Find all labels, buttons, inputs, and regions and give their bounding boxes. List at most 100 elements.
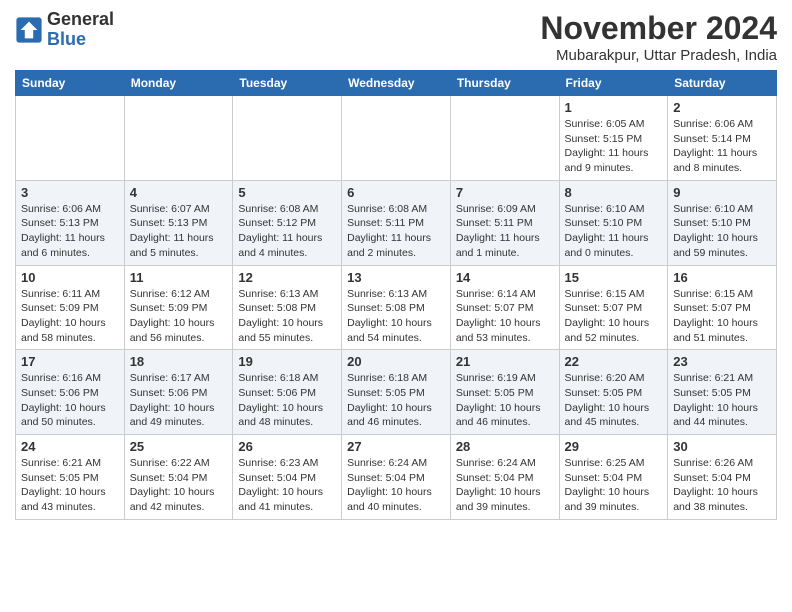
week-row-4: 17 Sunrise: 6:16 AM Sunset: 5:06 PM Dayli…: [16, 350, 777, 435]
calendar-cell: [233, 96, 342, 181]
day-number: 16: [673, 270, 771, 285]
day-number: 12: [238, 270, 336, 285]
calendar-cell: 10 Sunrise: 6:11 AM Sunset: 5:09 PM Dayli…: [16, 265, 125, 350]
day-number: 1: [565, 100, 663, 115]
day-info: Sunrise: 6:21 AM Sunset: 5:05 PM Dayligh…: [673, 371, 771, 430]
calendar-cell: 9 Sunrise: 6:10 AM Sunset: 5:10 PM Daylig…: [668, 180, 777, 265]
day-info: Sunrise: 6:17 AM Sunset: 5:06 PM Dayligh…: [130, 371, 228, 430]
day-info: Sunrise: 6:11 AM Sunset: 5:09 PM Dayligh…: [21, 287, 119, 346]
calendar-cell: [450, 96, 559, 181]
day-number: 27: [347, 439, 445, 454]
day-number: 20: [347, 354, 445, 369]
day-info: Sunrise: 6:15 AM Sunset: 5:07 PM Dayligh…: [673, 287, 771, 346]
day-info: Sunrise: 6:13 AM Sunset: 5:08 PM Dayligh…: [347, 287, 445, 346]
calendar-cell: 21 Sunrise: 6:19 AM Sunset: 5:05 PM Dayli…: [450, 350, 559, 435]
calendar-cell: [16, 96, 125, 181]
day-info: Sunrise: 6:10 AM Sunset: 5:10 PM Dayligh…: [673, 202, 771, 261]
day-info: Sunrise: 6:08 AM Sunset: 5:11 PM Dayligh…: [347, 202, 445, 261]
weekday-header-wednesday: Wednesday: [342, 71, 451, 96]
day-info: Sunrise: 6:10 AM Sunset: 5:10 PM Dayligh…: [565, 202, 663, 261]
calendar-cell: 8 Sunrise: 6:10 AM Sunset: 5:10 PM Daylig…: [559, 180, 668, 265]
day-number: 17: [21, 354, 119, 369]
day-number: 11: [130, 270, 228, 285]
day-info: Sunrise: 6:14 AM Sunset: 5:07 PM Dayligh…: [456, 287, 554, 346]
day-info: Sunrise: 6:19 AM Sunset: 5:05 PM Dayligh…: [456, 371, 554, 430]
day-info: Sunrise: 6:25 AM Sunset: 5:04 PM Dayligh…: [565, 456, 663, 515]
calendar-cell: 19Sunrise: 6:18 AM Sunset: 5:06 PM Dayli…: [233, 350, 342, 435]
day-number: 2: [673, 100, 771, 115]
day-info: Sunrise: 6:06 AM Sunset: 5:13 PM Dayligh…: [21, 202, 119, 261]
calendar-cell: 11 Sunrise: 6:12 AM Sunset: 5:09 PM Dayli…: [124, 265, 233, 350]
page-header: General Blue November 2024 Mubarakpur, U…: [15, 10, 777, 64]
day-number: 18: [130, 354, 228, 369]
day-info: Sunrise: 6:20 AM Sunset: 5:05 PM Dayligh…: [565, 371, 663, 430]
day-info: Sunrise: 6:07 AM Sunset: 5:13 PM Dayligh…: [130, 202, 228, 261]
day-number: 24: [21, 439, 119, 454]
weekday-header-sunday: Sunday: [16, 71, 125, 96]
day-info: Sunrise: 6:15 AM Sunset: 5:07 PM Dayligh…: [565, 287, 663, 346]
logo-line2: Blue: [47, 30, 114, 50]
calendar-cell: 23 Sunrise: 6:21 AM Sunset: 5:05 PM Dayli…: [668, 350, 777, 435]
day-number: 22: [565, 354, 663, 369]
day-number: 28: [456, 439, 554, 454]
calendar-cell: 15 Sunrise: 6:15 AM Sunset: 5:07 PM Dayli…: [559, 265, 668, 350]
calendar-cell: 24 Sunrise: 6:21 AM Sunset: 5:05 PM Dayli…: [16, 435, 125, 520]
calendar-cell: [124, 96, 233, 181]
day-number: 23: [673, 354, 771, 369]
day-info: Sunrise: 6:08 AM Sunset: 5:12 PM Dayligh…: [238, 202, 336, 261]
weekday-header-monday: Monday: [124, 71, 233, 96]
week-row-1: 1 Sunrise: 6:05 AM Sunset: 5:15 PM Daylig…: [16, 96, 777, 181]
calendar-cell: [342, 96, 451, 181]
day-info: Sunrise: 6:13 AM Sunset: 5:08 PM Dayligh…: [238, 287, 336, 346]
weekday-header-tuesday: Tuesday: [233, 71, 342, 96]
calendar-cell: 4Sunrise: 6:07 AM Sunset: 5:13 PM Daylig…: [124, 180, 233, 265]
calendar-cell: 12 Sunrise: 6:13 AM Sunset: 5:08 PM Dayli…: [233, 265, 342, 350]
day-info: Sunrise: 6:18 AM Sunset: 5:06 PM Dayligh…: [238, 371, 336, 430]
logo-icon: [15, 16, 43, 44]
day-info: Sunrise: 6:24 AM Sunset: 5:04 PM Dayligh…: [347, 456, 445, 515]
day-number: 5: [238, 185, 336, 200]
month-title: November 2024: [540, 10, 777, 47]
day-info: Sunrise: 6:23 AM Sunset: 5:04 PM Dayligh…: [238, 456, 336, 515]
week-row-3: 10 Sunrise: 6:11 AM Sunset: 5:09 PM Dayli…: [16, 265, 777, 350]
calendar-cell: 5 Sunrise: 6:08 AM Sunset: 5:12 PM Daylig…: [233, 180, 342, 265]
calendar-cell: 2Sunrise: 6:06 AM Sunset: 5:14 PM Daylig…: [668, 96, 777, 181]
day-number: 6: [347, 185, 445, 200]
day-info: Sunrise: 6:12 AM Sunset: 5:09 PM Dayligh…: [130, 287, 228, 346]
calendar-table: SundayMondayTuesdayWednesdayThursdayFrid…: [15, 70, 777, 520]
day-number: 9: [673, 185, 771, 200]
calendar-cell: 25Sunrise: 6:22 AM Sunset: 5:04 PM Dayli…: [124, 435, 233, 520]
day-number: 30: [673, 439, 771, 454]
calendar-cell: 29Sunrise: 6:25 AM Sunset: 5:04 PM Dayli…: [559, 435, 668, 520]
weekday-header-thursday: Thursday: [450, 71, 559, 96]
calendar-cell: 1 Sunrise: 6:05 AM Sunset: 5:15 PM Daylig…: [559, 96, 668, 181]
location-title: Mubarakpur, Uttar Pradesh, India: [540, 47, 777, 64]
day-info: Sunrise: 6:18 AM Sunset: 5:05 PM Dayligh…: [347, 371, 445, 430]
calendar-cell: 22 Sunrise: 6:20 AM Sunset: 5:05 PM Dayli…: [559, 350, 668, 435]
calendar-cell: 20 Sunrise: 6:18 AM Sunset: 5:05 PM Dayli…: [342, 350, 451, 435]
title-block: November 2024 Mubarakpur, Uttar Pradesh,…: [540, 10, 777, 64]
day-number: 10: [21, 270, 119, 285]
calendar-cell: 18 Sunrise: 6:17 AM Sunset: 5:06 PM Dayli…: [124, 350, 233, 435]
day-info: Sunrise: 6:05 AM Sunset: 5:15 PM Dayligh…: [565, 117, 663, 176]
day-info: Sunrise: 6:21 AM Sunset: 5:05 PM Dayligh…: [21, 456, 119, 515]
calendar-cell: 28 Sunrise: 6:24 AM Sunset: 5:04 PM Dayli…: [450, 435, 559, 520]
day-info: Sunrise: 6:16 AM Sunset: 5:06 PM Dayligh…: [21, 371, 119, 430]
day-info: Sunrise: 6:26 AM Sunset: 5:04 PM Dayligh…: [673, 456, 771, 515]
day-number: 15: [565, 270, 663, 285]
day-info: Sunrise: 6:24 AM Sunset: 5:04 PM Dayligh…: [456, 456, 554, 515]
day-number: 3: [21, 185, 119, 200]
calendar-cell: 17 Sunrise: 6:16 AM Sunset: 5:06 PM Dayli…: [16, 350, 125, 435]
calendar-cell: 26Sunrise: 6:23 AM Sunset: 5:04 PM Dayli…: [233, 435, 342, 520]
day-number: 14: [456, 270, 554, 285]
day-number: 21: [456, 354, 554, 369]
week-row-5: 24 Sunrise: 6:21 AM Sunset: 5:05 PM Dayli…: [16, 435, 777, 520]
day-info: Sunrise: 6:09 AM Sunset: 5:11 PM Dayligh…: [456, 202, 554, 261]
day-number: 8: [565, 185, 663, 200]
calendar-cell: 7Sunrise: 6:09 AM Sunset: 5:11 PM Daylig…: [450, 180, 559, 265]
calendar-cell: 13Sunrise: 6:13 AM Sunset: 5:08 PM Dayli…: [342, 265, 451, 350]
calendar-cell: 16 Sunrise: 6:15 AM Sunset: 5:07 PM Dayli…: [668, 265, 777, 350]
day-info: Sunrise: 6:22 AM Sunset: 5:04 PM Dayligh…: [130, 456, 228, 515]
week-row-2: 3 Sunrise: 6:06 AM Sunset: 5:13 PM Daylig…: [16, 180, 777, 265]
logo-line1: General: [47, 10, 114, 30]
